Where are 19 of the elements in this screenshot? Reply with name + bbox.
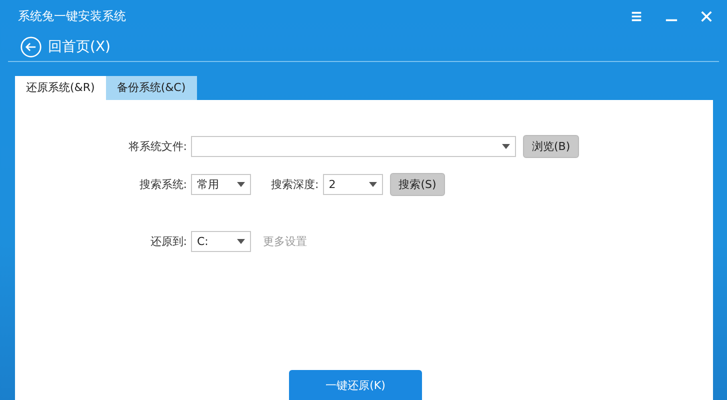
field-label: 搜索系统:: [138, 177, 187, 192]
field-label: 将系统文件:: [127, 139, 187, 154]
restore-button[interactable]: 一键还原(K): [289, 370, 422, 400]
dropdown[interactable]: 常用: [191, 174, 251, 195]
close-icon[interactable]: [700, 10, 713, 22]
caret-icon: [502, 144, 510, 149]
window-title: 系统兔一键安装系统: [18, 8, 126, 24]
field-label: 还原到:: [149, 234, 187, 249]
dropdown[interactable]: C:: [191, 231, 251, 252]
tab[interactable]: 还原系统(&R): [15, 76, 106, 100]
browse-button[interactable]: 浏览(B): [523, 135, 580, 158]
menu-icon[interactable]: [630, 10, 643, 22]
field-label: 搜索深度:: [271, 177, 319, 192]
caret-icon: [237, 239, 245, 244]
search-button[interactable]: 搜索(S): [390, 173, 446, 196]
tab[interactable]: 备份系统(&C): [106, 76, 197, 100]
dropdown[interactable]: 2: [322, 174, 383, 195]
caret-icon: [237, 182, 245, 187]
caret-icon: [368, 182, 377, 187]
